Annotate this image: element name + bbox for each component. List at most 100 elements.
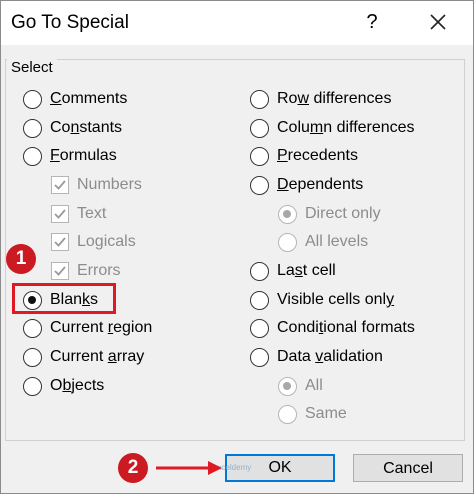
cancel-button[interactable]: Cancel: [353, 454, 463, 482]
radio-button-icon: [278, 376, 297, 396]
radio-button-icon[interactable]: [250, 118, 269, 138]
radio-button-icon: [278, 232, 297, 252]
label-text: All: [305, 377, 323, 394]
label-text: Co: [50, 119, 71, 136]
option-label: Visible cells only: [277, 291, 394, 309]
radio-last-cell[interactable]: Last cell: [250, 260, 336, 282]
label-text: Colu: [277, 119, 310, 136]
access-key: m: [309, 119, 324, 136]
title-bar: Go To Special ?: [1, 1, 473, 45]
label-text: Logicals: [77, 233, 136, 250]
option-label: Constants: [50, 119, 122, 137]
label-text: Ro: [277, 90, 298, 107]
checkbox-icon: [51, 176, 69, 194]
label-text: Data: [277, 348, 316, 365]
label-text: egion: [113, 319, 153, 336]
label-text: ependents: [288, 176, 364, 193]
radio-column-differences[interactable]: Column differences: [250, 117, 415, 139]
access-key: y: [386, 291, 395, 308]
radio-button-icon[interactable]: [250, 146, 269, 166]
radio-button-icon[interactable]: [23, 146, 42, 166]
label-text: All levels: [305, 233, 369, 250]
checkbox-logicals: Logicals: [51, 231, 136, 253]
label-text: jects: [71, 377, 105, 394]
radio-formulas[interactable]: Formulas: [23, 145, 117, 167]
option-label: Direct only: [305, 205, 381, 223]
radio-data-validation[interactable]: Data validation: [250, 346, 383, 368]
label-text: Condi: [277, 319, 319, 336]
label-text: Text: [77, 205, 107, 222]
label-text: Current: [50, 348, 108, 365]
option-label: Text: [77, 205, 106, 223]
label-text: Numbers: [77, 176, 142, 193]
access-key: P: [277, 147, 288, 164]
access-key: D: [277, 176, 289, 193]
checkbox-errors: Errors: [51, 260, 121, 282]
option-label: Current region: [50, 319, 152, 337]
checkbox-text: Text: [51, 203, 106, 225]
radio-button-icon: [278, 404, 297, 424]
radio-conditional-formats[interactable]: Conditional formats: [250, 317, 415, 339]
label-text: Same: [305, 405, 347, 422]
radio-button-icon[interactable]: [250, 175, 269, 195]
label-text: stants: [79, 119, 123, 136]
label-text: ormulas: [59, 147, 117, 164]
label-text: alidation: [323, 348, 383, 365]
access-key: a: [107, 348, 117, 365]
option-label: All: [305, 377, 323, 395]
access-key: F: [50, 147, 60, 164]
radio-button-icon[interactable]: [250, 318, 269, 338]
step-2-badge: 2: [118, 453, 148, 483]
option-label: Numbers: [77, 176, 142, 194]
radio-button-icon[interactable]: [23, 118, 42, 138]
label-text: omments: [61, 90, 128, 107]
radio-button-icon[interactable]: [250, 261, 269, 281]
radio-button-icon[interactable]: [250, 347, 269, 367]
help-button[interactable]: ?: [359, 7, 385, 37]
radio-objects[interactable]: Objects: [23, 375, 104, 397]
radio-current-region[interactable]: Current region: [23, 317, 152, 339]
arrow-icon: [156, 461, 222, 475]
step-1-badge: 1: [6, 244, 36, 274]
close-button[interactable]: [421, 7, 455, 37]
label-text: differences: [309, 90, 392, 107]
checkbox-icon: [51, 205, 69, 223]
option-label: Same: [305, 405, 347, 423]
label-text: t cell: [302, 262, 336, 279]
radio-button-icon[interactable]: [250, 89, 269, 109]
go-to-special-dialog: Go To Special ? Select Comments Constants…: [0, 0, 474, 494]
label-text: Direct only: [305, 205, 381, 222]
radio-button-icon[interactable]: [23, 376, 42, 396]
radio-comments[interactable]: Comments: [23, 88, 127, 110]
radio-row-differences[interactable]: Row differences: [250, 88, 391, 110]
option-label: All levels: [305, 233, 368, 251]
label-text: Current: [50, 319, 108, 336]
label-text: Visible cells onl: [277, 291, 387, 308]
radio-all-levels: All levels: [278, 231, 368, 253]
label-text: rray: [116, 348, 145, 365]
radio-dependents[interactable]: Dependents: [250, 174, 363, 196]
checkbox-icon: [51, 233, 69, 251]
label-text: n differences: [323, 119, 415, 136]
dialog-title: Go To Special: [11, 12, 129, 33]
option-label: Precedents: [277, 147, 358, 165]
radio-visible-cells-only[interactable]: Visible cells only: [250, 289, 394, 311]
option-label: Errors: [77, 262, 121, 280]
option-label: Column differences: [277, 119, 415, 137]
option-label: Objects: [50, 377, 104, 395]
radio-current-array[interactable]: Current array: [23, 346, 144, 368]
radio-constants[interactable]: Constants: [23, 117, 122, 139]
access-key: w: [297, 90, 310, 107]
radio-button-icon[interactable]: [23, 318, 42, 338]
access-key: s: [294, 262, 303, 279]
radio-button-icon[interactable]: [23, 347, 42, 367]
radio-button-icon[interactable]: [23, 89, 42, 109]
radio-all: All: [278, 375, 323, 397]
select-group-label: Select: [7, 59, 57, 76]
label-text: La: [277, 262, 295, 279]
radio-button-icon: [278, 204, 297, 224]
option-label: Current array: [50, 348, 144, 366]
radio-button-icon[interactable]: [250, 290, 269, 310]
option-label: Last cell: [277, 262, 336, 280]
radio-precedents[interactable]: Precedents: [250, 145, 358, 167]
